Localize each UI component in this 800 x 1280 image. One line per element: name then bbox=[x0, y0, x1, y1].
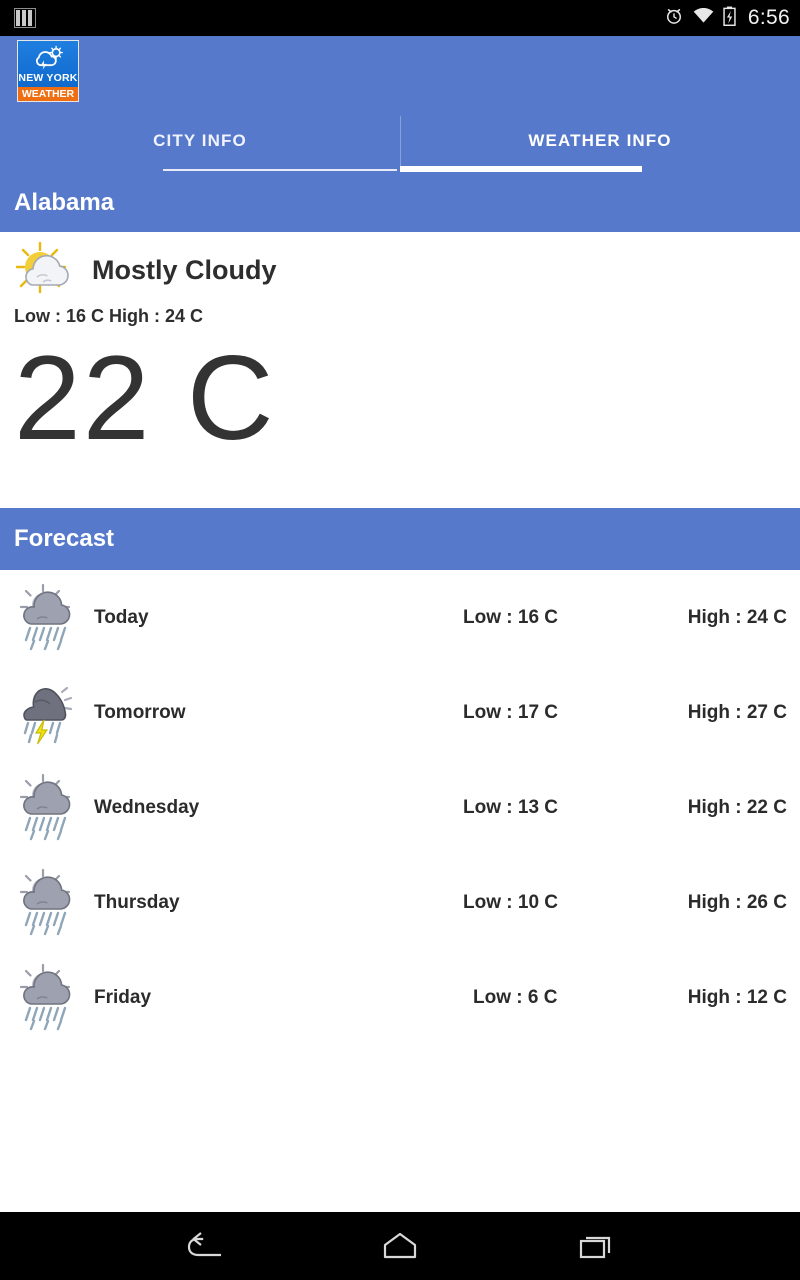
alarm-clock-icon bbox=[664, 6, 684, 31]
forecast-low: Low : 17 C bbox=[463, 701, 559, 723]
current-temperature: 22 C bbox=[14, 331, 276, 465]
forecast-section-header: Forecast bbox=[0, 508, 800, 570]
city-section-header: Alabama bbox=[0, 174, 800, 232]
forecast-list: Today Low : 16 C High : 24 C Tomorrow Lo… bbox=[0, 570, 800, 1045]
rain-sun-cloud-icon bbox=[8, 773, 84, 843]
forecast-high: High : 24 C bbox=[687, 606, 787, 628]
table-row[interactable]: Tomorrow Low : 17 C High : 27 C bbox=[0, 665, 800, 760]
table-row[interactable]: Friday Low : 6 C High : 12 C bbox=[0, 950, 800, 1045]
tab-city-info-label: CITY INFO bbox=[153, 131, 247, 150]
table-row[interactable]: Wednesday Low : 13 C High : 22 C bbox=[0, 760, 800, 855]
rain-sun-cloud-icon bbox=[8, 868, 84, 938]
app-logo-weather-label: WEATHER bbox=[18, 87, 78, 101]
tab-city-info[interactable]: CITY INFO bbox=[0, 108, 400, 174]
current-condition-label: Mostly Cloudy bbox=[92, 254, 277, 285]
tab-bar: CITY INFO WEATHER INFO bbox=[0, 108, 800, 174]
tab-weather-info[interactable]: WEATHER INFO bbox=[400, 108, 800, 174]
status-bar-right: 6:56 bbox=[664, 6, 790, 31]
tab-underline-weather-info bbox=[400, 166, 642, 172]
tab-underline-group bbox=[0, 166, 800, 174]
status-bar-clock: 6:56 bbox=[747, 6, 790, 29]
forecast-day-label: Wednesday bbox=[94, 796, 200, 818]
table-row[interactable]: Today Low : 16 C High : 24 C bbox=[0, 570, 800, 665]
rain-sun-cloud-icon bbox=[8, 963, 84, 1033]
forecast-low: Low : 16 C bbox=[463, 606, 559, 628]
current-low-high: Low : 16 C High : 24 C bbox=[14, 306, 204, 326]
tab-divider bbox=[400, 116, 401, 168]
forecast-title: Forecast bbox=[14, 525, 115, 552]
sim-bars-icon bbox=[14, 8, 36, 28]
forecast-high: High : 27 C bbox=[687, 701, 787, 723]
tab-underline-city-info bbox=[163, 169, 397, 171]
app-logo: NEW YORK WEATHER bbox=[17, 40, 79, 102]
forecast-high: High : 26 C bbox=[687, 891, 787, 913]
app-logo-city-label: NEW YORK bbox=[18, 72, 78, 84]
app-screen: 6:56 NEW YORK WEATHER CITY INFO WEATHER … bbox=[0, 0, 800, 1280]
forecast-day-label: Today bbox=[94, 606, 149, 628]
table-row[interactable]: Thursday Low : 10 C High : 26 C bbox=[0, 855, 800, 950]
forecast-day-label: Thursday bbox=[94, 891, 180, 913]
forecast-day-label: Friday bbox=[94, 986, 152, 1008]
rain-sun-cloud-icon bbox=[8, 583, 84, 653]
recent-apps-icon[interactable] bbox=[568, 1224, 624, 1268]
forecast-low: Low : 6 C bbox=[473, 986, 558, 1008]
status-bar: 6:56 bbox=[0, 0, 800, 36]
thunderstorm-icon bbox=[8, 678, 84, 748]
city-name: Alabama bbox=[14, 189, 115, 216]
home-icon[interactable] bbox=[372, 1224, 428, 1268]
sun-behind-cloud-icon bbox=[10, 239, 78, 302]
cloud-sun-lightning-icon bbox=[30, 44, 66, 71]
app-bar: NEW YORK WEATHER bbox=[0, 36, 800, 108]
status-bar-left bbox=[14, 8, 36, 28]
wifi-icon bbox=[693, 7, 714, 29]
forecast-low: Low : 13 C bbox=[463, 796, 559, 818]
back-arrow-icon[interactable] bbox=[176, 1224, 232, 1268]
forecast-high: High : 12 C bbox=[687, 986, 787, 1008]
forecast-high: High : 22 C bbox=[687, 796, 787, 818]
forecast-day-label: Tomorrow bbox=[94, 701, 186, 723]
current-condition-row: Mostly Cloudy bbox=[0, 232, 800, 302]
system-navigation-bar bbox=[0, 1212, 800, 1280]
forecast-low: Low : 10 C bbox=[463, 891, 559, 913]
tab-weather-info-label: WEATHER INFO bbox=[528, 131, 672, 150]
battery-charging-icon bbox=[723, 6, 736, 31]
current-weather-panel: Mostly Cloudy Low : 16 C High : 24 C 22 … bbox=[0, 232, 800, 508]
